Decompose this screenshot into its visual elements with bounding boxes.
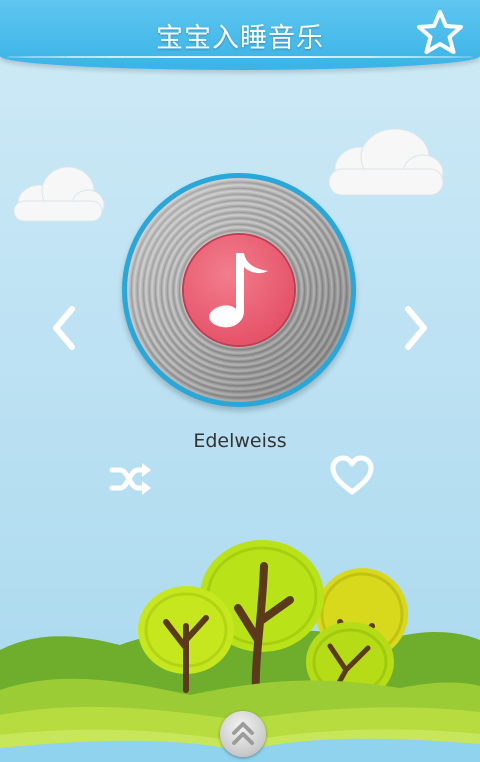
cloud-left [13,166,105,222]
like-button[interactable] [329,454,375,496]
next-track-button[interactable] [402,305,430,351]
cloud-right [328,128,444,196]
favorites-button[interactable] [416,9,464,55]
record-label [184,235,294,345]
header-stitch-border [6,56,474,58]
star-outline-icon [417,10,463,54]
chevron-right-icon [405,306,427,350]
page-title: 宝宝入睡音乐 [156,23,324,54]
shuffle-button[interactable] [108,460,152,498]
song-title: Edelweiss [193,430,287,452]
chevron-left-icon [53,306,75,350]
music-note-icon [209,253,268,328]
double-chevron-up-icon [232,722,254,745]
expand-playlist-button[interactable] [220,711,266,757]
shuffle-icon [109,463,151,495]
heart-outline-icon [330,455,374,495]
album-record[interactable] [122,173,356,407]
previous-track-button[interactable] [50,305,78,351]
app-header: 宝宝入睡音乐 [0,0,480,70]
